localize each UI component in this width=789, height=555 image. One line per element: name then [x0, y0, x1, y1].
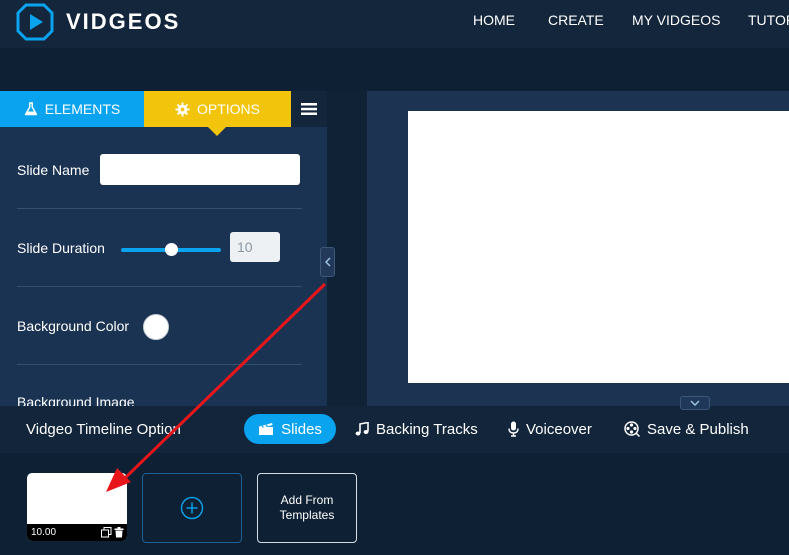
background-color-swatch[interactable]: [143, 314, 169, 340]
timeline-tab-voiceover[interactable]: Voiceover: [508, 414, 592, 444]
gear-icon: [175, 101, 190, 117]
timeline-tab-save-publish-label: Save & Publish: [647, 420, 749, 438]
main-nav: HOME CREATE MY VIDGEOS TUTORIALS: [473, 12, 789, 28]
timeline-tab-save-publish[interactable]: Save & Publish: [624, 414, 749, 444]
microphone-icon: [508, 421, 519, 437]
panel-menu-button[interactable]: [291, 91, 327, 127]
duplicate-icon[interactable]: [101, 527, 112, 538]
tab-options[interactable]: OPTIONS: [144, 91, 291, 136]
brand-logo[interactable]: VIDGEOS: [16, 2, 180, 42]
tab-elements[interactable]: ELEMENTS: [0, 91, 144, 127]
chevron-down-icon: [690, 400, 700, 406]
tab-options-label: OPTIONS: [196, 101, 260, 117]
music-note-icon: [355, 421, 369, 437]
add-slide-button[interactable]: [142, 473, 242, 543]
hamburger-icon: [301, 103, 317, 115]
slide-name-label: Slide Name: [17, 162, 90, 178]
stage-area: [367, 91, 789, 406]
slide-thumbnail-footer: 10.00: [27, 524, 127, 541]
timeline-tab-slides[interactable]: Slides: [244, 414, 336, 444]
panel-collapse-handle[interactable]: [320, 247, 335, 277]
brand-name: VIDGEOS: [66, 9, 181, 34]
slide-actions: [101, 527, 124, 538]
slide-duration-input[interactable]: 10: [230, 232, 280, 262]
stage-collapse-toggle[interactable]: [680, 396, 710, 410]
timeline-bar: Vidgeo Timeline Option Slides Backing Tr…: [0, 406, 789, 453]
add-from-templates-button[interactable]: Add From Templates: [257, 473, 357, 543]
options-panel: ELEMENTS OPTIONS Slide Name Slide Durati…: [0, 91, 327, 406]
background-color-label: Background Color: [17, 318, 130, 334]
clapperboard-icon: [258, 422, 274, 436]
plus-circle-icon: [180, 496, 204, 520]
slide-canvas[interactable]: [408, 111, 789, 383]
header-spacer: [0, 48, 789, 91]
timeline-tab-slides-label: Slides: [281, 420, 322, 438]
tab-elements-label: ELEMENTS: [44, 101, 121, 117]
add-from-templates-label: Add From Templates: [279, 493, 335, 522]
slide-thumbnail[interactable]: 10.00: [27, 473, 127, 541]
nav-home[interactable]: HOME: [473, 12, 548, 28]
slide-duration-slider[interactable]: [121, 243, 221, 256]
trash-icon[interactable]: [114, 527, 124, 538]
divider: [17, 364, 302, 365]
slide-duration-label: Slide Duration: [17, 240, 105, 256]
background-image-label: Background Image: [17, 394, 135, 406]
nav-create[interactable]: CREATE: [548, 12, 632, 28]
slides-strip: 10.00 Add From Templates: [0, 453, 789, 555]
timeline-title: Vidgeo Timeline Option: [26, 421, 181, 438]
flask-icon: [24, 102, 38, 116]
film-reel-icon: [624, 421, 640, 437]
slide-name-input[interactable]: [100, 154, 300, 185]
divider: [17, 208, 302, 209]
top-nav-bar: VIDGEOS HOME CREATE MY VIDGEOS TUTORIALS: [0, 0, 789, 48]
nav-tutorials[interactable]: TUTORIALS: [748, 12, 789, 28]
slider-thumb[interactable]: [164, 243, 178, 256]
play-logo-icon: [16, 3, 54, 41]
divider: [17, 286, 302, 287]
nav-my-vidgeos[interactable]: MY VIDGEOS: [632, 12, 748, 28]
timeline-tab-voiceover-label: Voiceover: [526, 420, 592, 438]
timeline-tab-backing-tracks[interactable]: Backing Tracks: [355, 414, 478, 444]
timeline-tab-backing-tracks-label: Backing Tracks: [376, 420, 478, 438]
chevron-left-icon: [324, 257, 331, 267]
slide-duration-text: 10.00: [31, 527, 57, 538]
